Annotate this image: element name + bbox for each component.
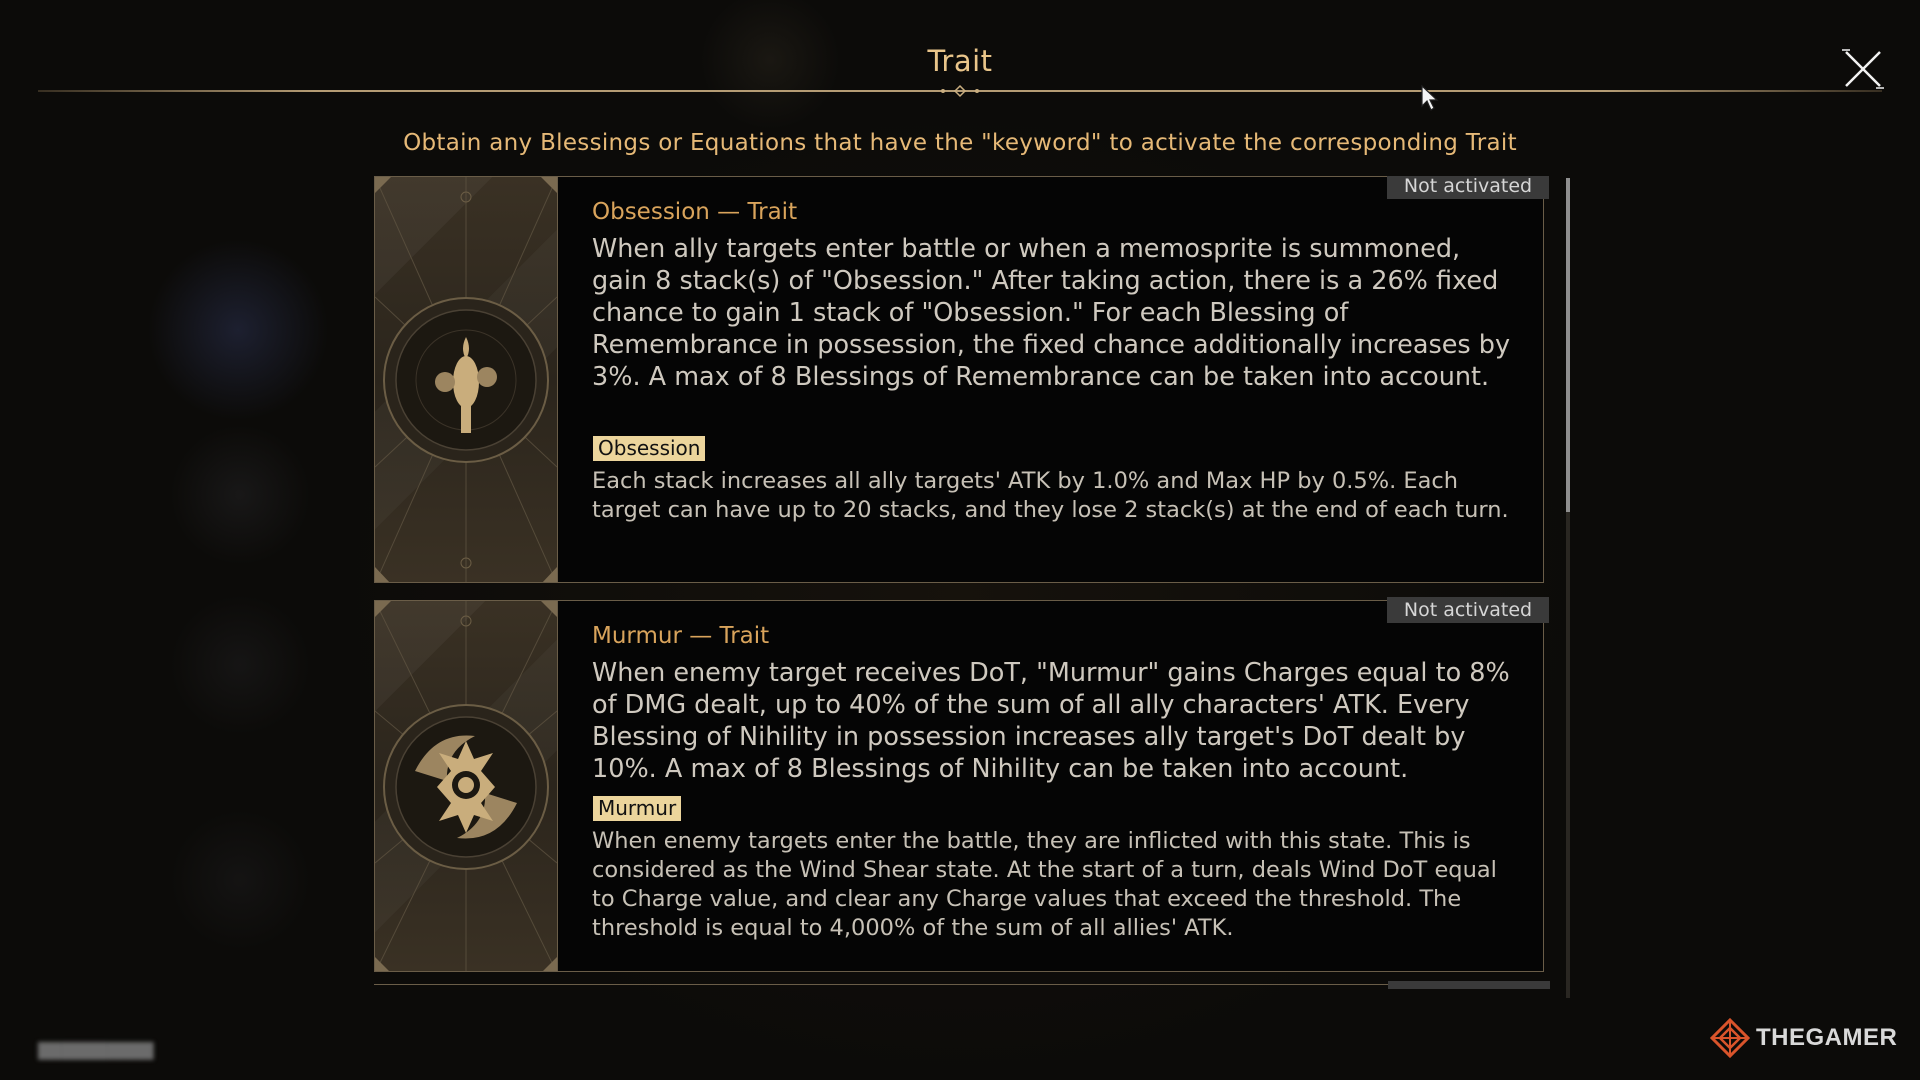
keyword-description: When enemy targets enter the battle, the… [592, 828, 1497, 941]
trait-card-art [375, 601, 558, 971]
keyword-tag: Obsession [593, 436, 706, 461]
trait-description: When ally targets enter battle or when a… [592, 234, 1511, 392]
mouse-cursor-icon [1421, 84, 1439, 111]
close-button[interactable] [1838, 44, 1888, 94]
status-badge: Not activated [1387, 597, 1549, 623]
trait-card-murmur[interactable]: Not activated Murmur — Trait When enemy … [374, 597, 1549, 972]
keyword-tag: Murmur [593, 796, 682, 821]
remembrance-path-icon [375, 177, 557, 582]
status-badge: Not activated [1387, 176, 1549, 199]
trait-list[interactable]: Not activated Obsession — Trait When all… [374, 176, 1552, 994]
scrollbar[interactable] [1566, 178, 1570, 998]
player-uid-blurred: ██████████ [38, 1042, 154, 1060]
status-badge [1388, 981, 1550, 989]
trait-title: Murmur — Trait [592, 623, 770, 649]
trait-description: When enemy target receives DoT, "Murmur"… [592, 658, 1510, 784]
close-icon [1842, 49, 1884, 89]
trait-instructions: Obtain any Blessings or Equations that h… [403, 130, 1517, 156]
watermark: THEGAMER [1710, 1018, 1897, 1058]
trait-card-obsession[interactable]: Not activated Obsession — Trait When all… [374, 176, 1549, 583]
trait-card-partial[interactable] [374, 981, 1550, 994]
nihility-path-icon [375, 601, 557, 971]
trait-screen: Trait Obtain any Blessings or Equations … [0, 0, 1920, 1080]
trait-title: Obsession — Trait [592, 199, 798, 225]
thegamer-logo-icon [1710, 1018, 1750, 1058]
keyword-description: Each stack increases all ally targets' A… [592, 468, 1509, 523]
scroll-thumb[interactable] [1566, 178, 1570, 512]
watermark-text: THEGAMER [1756, 1024, 1898, 1051]
page-title: Trait [927, 44, 993, 78]
diamond-ornament-icon [941, 84, 979, 98]
trait-card-art [375, 177, 558, 582]
